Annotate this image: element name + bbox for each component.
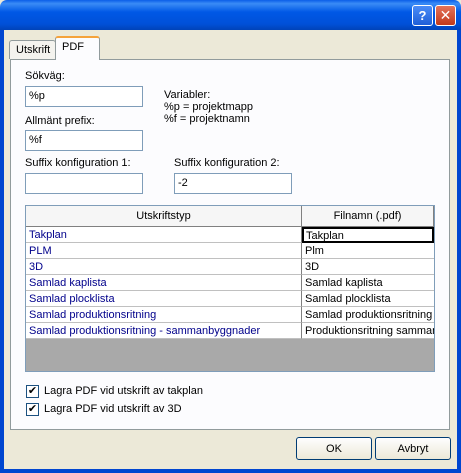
grid-cell-type[interactable]: Samlad kaplista xyxy=(26,275,302,291)
ok-button[interactable]: OK xyxy=(296,437,372,460)
variables-line-f: %f = projektnamn xyxy=(164,113,250,125)
table-row[interactable]: PLM Plm xyxy=(26,243,434,259)
tab-utskrift[interactable]: Utskrift xyxy=(9,40,56,59)
grid-cell-type[interactable]: 3D xyxy=(26,259,302,275)
suffix1-field[interactable] xyxy=(25,173,143,194)
table-row[interactable]: 3D 3D xyxy=(26,259,434,275)
close-icon[interactable]: ✕ xyxy=(435,5,456,26)
grid-header-filename[interactable]: Filnamn (.pdf) xyxy=(302,206,434,227)
grid-cell-filename[interactable]: Samlad plocklista xyxy=(302,291,434,307)
cancel-button[interactable]: Avbryt xyxy=(375,437,451,460)
grid-cell-type[interactable]: Samlad produktionsritning - sammanbyggna… xyxy=(26,323,302,339)
tab-pdf[interactable]: PDF xyxy=(55,36,100,60)
suffix2-label: Suffix konfiguration 2: xyxy=(174,157,280,169)
suffix2-field[interactable]: -2 xyxy=(174,173,292,194)
table-row[interactable]: Samlad produktionsritning Samlad produkt… xyxy=(26,307,434,323)
grid-cell-type[interactable]: Takplan xyxy=(26,227,302,243)
grid-header-type[interactable]: Utskriftstyp xyxy=(26,206,302,227)
suffix1-label: Suffix konfiguration 1: xyxy=(25,157,131,169)
table-row[interactable]: Samlad plocklista Samlad plocklista xyxy=(26,291,434,307)
grid-cell-filename[interactable]: Plm xyxy=(302,243,434,259)
save-pdf-takplan-checkbox[interactable]: ✔ xyxy=(26,385,39,398)
table-row[interactable]: Takplan Takplan xyxy=(26,227,434,243)
grid-cell-type[interactable]: PLM xyxy=(26,243,302,259)
question-mark-icon[interactable]: ? xyxy=(412,5,433,26)
grid-cell-type[interactable]: Samlad plocklista xyxy=(26,291,302,307)
variables-title: Variabler: xyxy=(164,89,211,101)
window-frame-right xyxy=(457,30,461,473)
window-frame-bottom xyxy=(0,469,461,473)
grid-cell-filename[interactable]: Samlad produktionsritning xyxy=(302,307,434,323)
table-row[interactable]: Samlad kaplista Samlad kaplista xyxy=(26,275,434,291)
grid-cell-filename[interactable]: Samlad kaplista xyxy=(302,275,434,291)
save-pdf-takplan-label[interactable]: Lagra PDF vid utskrift av takplan xyxy=(44,385,203,397)
grid-cell-filename[interactable]: Produktionsritning samman xyxy=(302,323,434,339)
save-pdf-3d-checkbox[interactable]: ✔ xyxy=(26,403,39,416)
print-type-grid: Utskriftstyp Filnamn (.pdf) Takplan Takp… xyxy=(25,205,435,372)
grid-cell-type[interactable]: Samlad produktionsritning xyxy=(26,307,302,323)
path-field[interactable]: %p xyxy=(25,86,143,107)
variables-line-p: %p = projektmapp xyxy=(164,101,253,113)
path-label: Sökväg: xyxy=(25,70,65,82)
title-bar: ? ✕ xyxy=(0,0,461,30)
save-pdf-3d-label[interactable]: Lagra PDF vid utskrift av 3D xyxy=(44,403,182,415)
prefix-field[interactable]: %f xyxy=(25,130,143,151)
grid-header: Utskriftstyp Filnamn (.pdf) xyxy=(26,206,434,227)
tab-panel-pdf: Sökväg: %p Variabler: %p = projektmapp %… xyxy=(10,59,450,430)
prefix-label: Allmänt prefix: xyxy=(25,115,95,127)
table-row[interactable]: Samlad produktionsritning - sammanbyggna… xyxy=(26,323,434,339)
grid-cell-filename[interactable]: Takplan xyxy=(302,227,434,243)
window-frame-left xyxy=(0,30,4,473)
grid-cell-filename[interactable]: 3D xyxy=(302,259,434,275)
